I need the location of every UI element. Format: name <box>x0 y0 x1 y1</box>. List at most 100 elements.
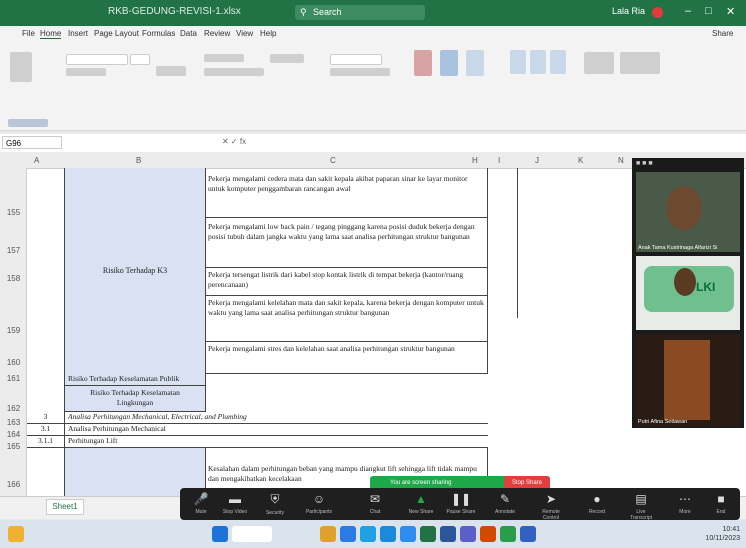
format-cells-button[interactable] <box>550 50 566 74</box>
chat-button[interactable]: ✉ Chat <box>360 492 390 515</box>
col-header-h[interactable]: H <box>472 156 478 165</box>
row-header[interactable]: 157 <box>0 246 27 256</box>
number-buttons[interactable] <box>330 68 390 76</box>
item-number-cell[interactable]: 3 <box>27 412 64 424</box>
name-box[interactable]: G96 <box>2 136 62 149</box>
system-clock[interactable]: 10:41 10/11/2023 <box>705 525 740 543</box>
item-number-cell[interactable]: 3.1 <box>27 424 64 436</box>
annotate-button[interactable]: ✎ Annotate <box>490 492 520 515</box>
row-header[interactable]: 161 <box>0 374 27 384</box>
video-panel-controls[interactable]: ■ ■ ■ <box>636 160 740 170</box>
item-title-cell[interactable]: Perhitungan Lift <box>64 436 488 448</box>
app-icon[interactable] <box>480 526 496 542</box>
new-share-button[interactable]: ▲ New Share <box>406 492 436 515</box>
sort-filter-button[interactable] <box>620 52 660 74</box>
environment-risk-cell[interactable]: Risiko Terhadap Keselamatan Lingkungan <box>64 386 206 412</box>
excel-icon[interactable] <box>420 526 436 542</box>
fill-color-button[interactable] <box>156 66 186 76</box>
participants-button[interactable]: ☺ Participants <box>304 492 334 515</box>
col-header-b[interactable]: B <box>136 156 141 165</box>
delete-cells-button[interactable] <box>530 50 546 74</box>
word-icon[interactable] <box>440 526 456 542</box>
tab-data[interactable]: Data <box>180 29 197 38</box>
maximize-icon[interactable]: □ <box>705 5 712 17</box>
row-header[interactable]: 166 <box>0 480 27 490</box>
app-icon[interactable] <box>520 526 536 542</box>
close-icon[interactable]: ✕ <box>726 5 735 18</box>
item-title-cell[interactable]: Analisa Perhitungan Mechanical, Electric… <box>64 412 488 424</box>
cell-styles-button[interactable] <box>466 50 484 76</box>
wrap-text-button[interactable] <box>270 54 304 63</box>
pause-share-button[interactable]: ❚❚ Pause Share <box>446 492 476 515</box>
row-header[interactable]: 164 <box>0 430 27 440</box>
tab-view[interactable]: View <box>236 29 253 38</box>
number-format-box[interactable] <box>330 54 382 65</box>
alignment-buttons[interactable] <box>204 54 244 62</box>
participant-video[interactable]: Anak Tama Kustrinaga Alfarizi Si <box>636 172 740 252</box>
edge-icon[interactable] <box>360 526 376 542</box>
row-header[interactable]: 159 <box>0 326 27 336</box>
tab-insert[interactable]: Insert <box>68 29 88 38</box>
font-name-box[interactable] <box>66 54 128 65</box>
tab-home[interactable]: Home <box>40 29 62 39</box>
col-header-c[interactable]: C <box>330 156 336 165</box>
risk-description-cell[interactable]: Pekerja mengalami stres dan kelelahan sa… <box>206 342 488 374</box>
col-header-k[interactable]: K <box>578 156 583 165</box>
tab-page-layout[interactable]: Page Layout <box>94 29 139 38</box>
public-risk-cell[interactable]: Risiko Terhadap Keselamatan Publik <box>64 374 206 386</box>
col-header-a[interactable]: A <box>34 156 39 165</box>
row-header[interactable]: 160 <box>0 358 27 368</box>
weather-icon[interactable] <box>8 526 24 542</box>
item-title-cell[interactable]: Analisa Perhitungan Mechanical <box>64 424 488 436</box>
autosum-button[interactable] <box>584 52 614 74</box>
more-button[interactable]: ⋯ More <box>670 492 700 515</box>
app-icon[interactable] <box>340 526 356 542</box>
stop-video-button[interactable]: ▬ Stop Video <box>220 492 250 515</box>
row-header[interactable]: 162 <box>0 404 27 414</box>
share-button[interactable]: Share <box>712 29 733 38</box>
taskbar-search-icon[interactable] <box>232 526 272 542</box>
sheet-tab[interactable]: Sheet1 <box>46 499 84 515</box>
col-header-n[interactable]: N <box>618 156 624 165</box>
insert-cells-button[interactable] <box>510 50 526 74</box>
tab-review[interactable]: Review <box>204 29 230 38</box>
remote-control-button[interactable]: ➤ Remote Control <box>536 492 566 521</box>
participant-video[interactable]: Putri Afina Setiawan <box>636 334 740 426</box>
zoom-icon[interactable] <box>400 526 416 542</box>
fx-icon[interactable]: ✕ ✓ fx <box>222 137 246 146</box>
participant-video[interactable]: LKI <box>636 256 740 330</box>
file-explorer-icon[interactable] <box>320 526 336 542</box>
row-header[interactable]: 155 <box>0 208 27 218</box>
app-icon[interactable] <box>500 526 516 542</box>
quick-access-icons[interactable] <box>8 119 48 127</box>
app-icon[interactable] <box>380 526 396 542</box>
tab-formulas[interactable]: Formulas <box>142 29 175 38</box>
item-number-cell[interactable]: 3.1.1 <box>27 436 64 448</box>
alignment-buttons-2[interactable] <box>204 68 264 76</box>
col-header-j[interactable]: J <box>535 156 539 165</box>
app-icon[interactable] <box>460 526 476 542</box>
mute-button[interactable]: 🎤 Mute <box>186 492 216 515</box>
risk-description-cell[interactable]: Pekerja mengalami kelelahan mata dan sak… <box>206 296 488 342</box>
empty-cell[interactable] <box>488 168 518 318</box>
live-transcript-button[interactable]: ▤ Live Transcript <box>626 492 656 521</box>
record-button[interactable]: ● Record <box>582 492 612 515</box>
minimize-icon[interactable]: – <box>685 5 691 17</box>
security-button[interactable]: ⛨ Security <box>260 492 290 516</box>
row-header[interactable]: 158 <box>0 274 27 284</box>
row-header[interactable]: 163 <box>0 418 27 428</box>
row-header[interactable]: 165 <box>0 442 27 452</box>
conditional-formatting-button[interactable] <box>414 50 432 76</box>
risk-description-cell[interactable]: Pekerja mengalami cedera mata dan sakit … <box>206 168 488 218</box>
risk-k3-cell[interactable]: Risiko Terhadap K3 <box>64 168 206 374</box>
end-button[interactable]: ■ End <box>706 492 736 515</box>
tab-help[interactable]: Help <box>260 29 276 38</box>
search-box[interactable]: ⚲ Search <box>295 5 425 20</box>
user-name[interactable]: Lala Ria <box>612 6 645 16</box>
font-size-box[interactable] <box>130 54 150 65</box>
col-header-i[interactable]: I <box>498 156 500 165</box>
font-format-buttons[interactable] <box>66 68 106 76</box>
paste-button[interactable] <box>10 52 32 82</box>
tab-file[interactable]: File <box>22 29 35 38</box>
risk-description-cell[interactable]: Pekerja tersengat listrik dari kabel sto… <box>206 268 488 296</box>
